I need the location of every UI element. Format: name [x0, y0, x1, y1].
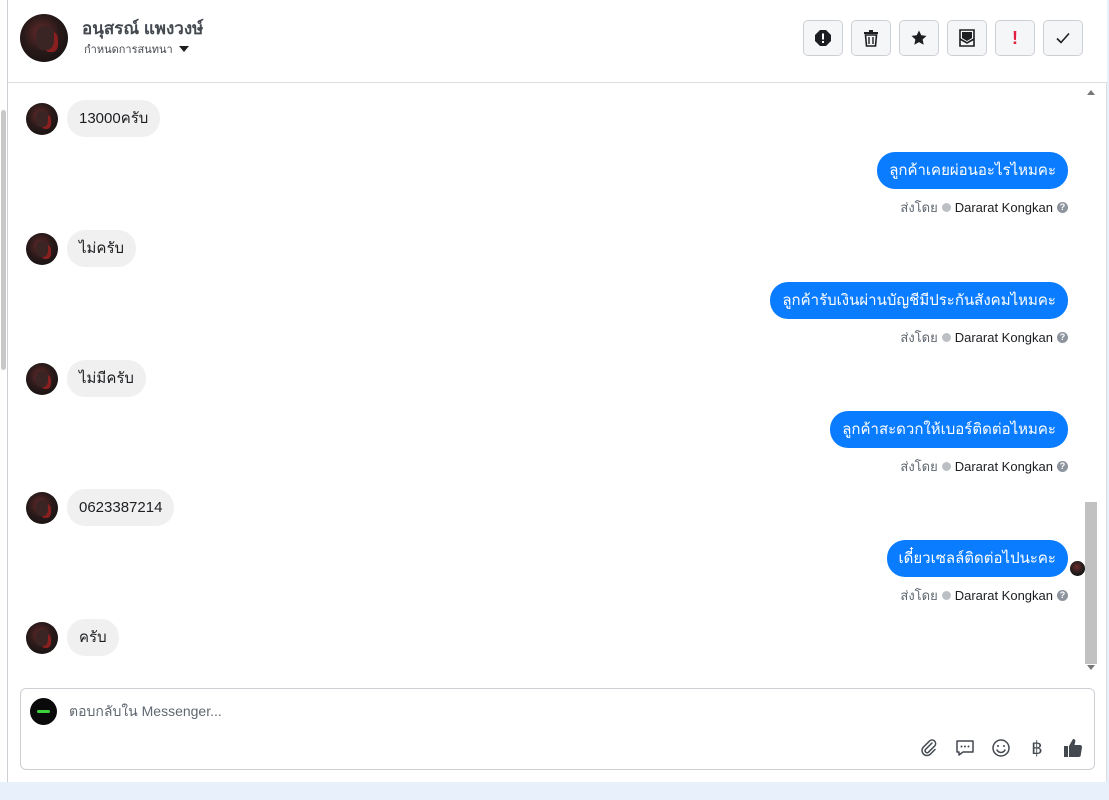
sent-by-line: ส่งโดย Dararat Kongkan ? [830, 456, 1068, 477]
outgoing-message-bubble[interactable]: เดี๋ยวเซลล์ติดต่อไปนะคะ [886, 540, 1068, 577]
outgoing-message-row: ลูกค้าเคยผ่อนอะไรไหมคะ ส่งโดย Dararat Ko… [877, 152, 1068, 218]
mark-unread-button[interactable] [947, 20, 987, 56]
emoji-icon [992, 739, 1010, 757]
incoming-message-bubble[interactable]: ไม่ครับ [67, 230, 137, 267]
verified-icon [941, 591, 951, 600]
verified-icon [941, 203, 951, 212]
spam-button[interactable] [803, 20, 843, 56]
sent-by-label: ส่งโดย [900, 459, 938, 474]
help-icon[interactable]: ? [1057, 461, 1068, 472]
incoming-message-bubble[interactable]: 13000ครับ [67, 100, 161, 137]
agent-name: Dararat Kongkan [954, 200, 1053, 215]
follow-up-icon: ! [1012, 27, 1018, 48]
thumbs-up-icon [1064, 739, 1083, 758]
left-scrollbar-thumb[interactable] [1, 110, 6, 370]
sent-by-label: ส่งโดย [900, 588, 938, 603]
incoming-message-bubble[interactable]: 0623387214 [67, 489, 175, 526]
outgoing-message-row: ลูกค้าสะดวกให้เบอร์ติดต่อไหมคะ ส่งโดย Da… [830, 411, 1068, 477]
assign-conversation-dropdown[interactable]: กำหนดการสนทนา [84, 40, 189, 58]
contact-avatar-small [26, 232, 58, 265]
spam-icon [815, 30, 831, 46]
sent-by-line: ส่งโดย Dararat Kongkan ? [770, 327, 1068, 348]
scroll-up-icon[interactable] [1087, 90, 1095, 95]
incoming-message-row: ไม่ครับ [26, 230, 137, 267]
header-toolbar: ! [803, 20, 1083, 56]
sent-by-label: ส่งโดย [900, 330, 938, 345]
paperclip-icon [921, 739, 937, 757]
incoming-message-bubble[interactable]: ไม่มีครับ [67, 360, 146, 397]
message-thread[interactable]: 13000ครับ ลูกค้าเคยผ่อนอะไรไหมคะ ส่งโดย … [8, 84, 1107, 676]
contact-avatar-small [26, 102, 58, 135]
reply-input[interactable] [69, 703, 969, 719]
saved-replies-button[interactable] [954, 737, 976, 759]
help-icon[interactable]: ? [1057, 332, 1068, 343]
outgoing-message-row: ลูกค้ารับเงินผ่านบัญชีมีประกันสังคมไหมคะ… [770, 282, 1068, 348]
outgoing-message-bubble[interactable]: ลูกค้าสะดวกให้เบอร์ติดต่อไหมคะ [830, 411, 1068, 448]
emoji-button[interactable] [990, 737, 1012, 759]
verified-icon [941, 462, 951, 471]
delete-button[interactable] [851, 20, 891, 56]
left-scrollbar[interactable] [0, 0, 8, 782]
page-avatar [30, 698, 57, 725]
saved-replies-icon [956, 740, 974, 756]
incoming-message-row: 0623387214 [26, 489, 175, 526]
incoming-message-bubble[interactable]: ครับ [67, 619, 119, 656]
like-button[interactable] [1062, 737, 1084, 759]
contact-avatar[interactable] [20, 14, 68, 62]
star-icon [911, 30, 927, 45]
conversation-header: อนุสรณ์ แพงวงษ์ กำหนดการสนทนา ! [8, 0, 1107, 83]
incoming-message-row: ไม่มีครับ [26, 360, 146, 397]
composer-toolbar: ฿ [918, 737, 1084, 759]
contact-name[interactable]: อนุสรณ์ แพงวงษ์ [82, 15, 203, 42]
attach-button[interactable] [918, 737, 940, 759]
contact-avatar-small [26, 362, 58, 395]
agent-name: Dararat Kongkan [954, 459, 1053, 474]
star-button[interactable] [899, 20, 939, 56]
contact-avatar-small [26, 491, 58, 524]
sent-by-line: ส่งโดย Dararat Kongkan ? [887, 585, 1068, 606]
check-icon [1056, 32, 1070, 44]
agent-name: Dararat Kongkan [954, 588, 1053, 603]
help-icon[interactable]: ? [1057, 590, 1068, 601]
incoming-message-row: 13000ครับ [26, 100, 161, 137]
trash-icon [864, 30, 878, 47]
agent-name: Dararat Kongkan [954, 330, 1053, 345]
assign-conversation-label: กำหนดการสนทนา [84, 44, 173, 56]
contact-avatar-small [26, 621, 58, 654]
help-icon[interactable]: ? [1057, 202, 1068, 213]
done-button[interactable] [1043, 20, 1083, 56]
baht-icon: ฿ [1031, 737, 1043, 759]
verified-icon [941, 333, 951, 342]
follow-up-button[interactable]: ! [995, 20, 1035, 56]
scrollbar-thumb[interactable] [1085, 502, 1097, 664]
mark-unread-icon [959, 29, 975, 47]
outgoing-message-row: เดี๋ยวเซลล์ติดต่อไปนะคะ ส่งโดย Dararat K… [886, 540, 1068, 606]
outgoing-message-bubble[interactable]: ลูกค้าเคยผ่อนอะไรไหมคะ [877, 152, 1068, 189]
message-thread-scrollbar[interactable] [1083, 86, 1099, 676]
outgoing-message-bubble[interactable]: ลูกค้ารับเงินผ่านบัญชีมีประกันสังคมไหมคะ [770, 282, 1068, 319]
caret-down-icon [178, 46, 189, 52]
sent-by-line: ส่งโดย Dararat Kongkan ? [877, 197, 1068, 218]
payment-button[interactable]: ฿ [1026, 737, 1048, 759]
scroll-down-icon[interactable] [1087, 665, 1095, 670]
incoming-message-row: ครับ [26, 619, 119, 656]
reply-composer: ฿ [20, 688, 1095, 770]
conversation-panel: อนุสรณ์ แพงวงษ์ กำหนดการสนทนา ! 13000ครั… [8, 0, 1107, 782]
sent-by-label: ส่งโดย [900, 200, 938, 215]
